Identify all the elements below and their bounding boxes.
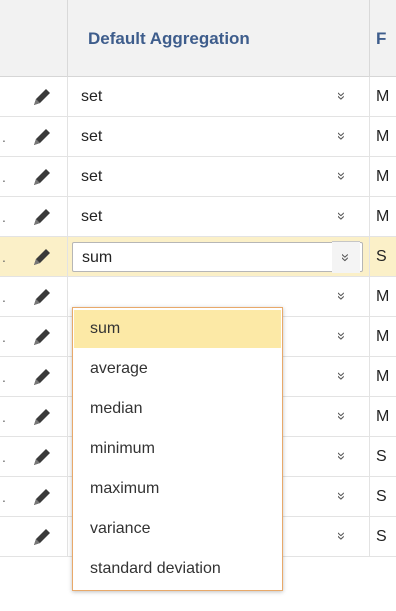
truncated-cell-text: . <box>2 449 6 465</box>
chevron-double-down-icon[interactable]: » <box>333 132 350 139</box>
next-column-value: M <box>376 88 390 105</box>
chevron-double-down-icon[interactable]: » <box>333 332 350 339</box>
chevron-double-down-icon[interactable]: » <box>333 452 350 459</box>
pencil-icon[interactable] <box>30 365 54 389</box>
grid-header: Default Aggregation F <box>0 0 396 77</box>
table-row[interactable]: . sum » S <box>0 237 396 277</box>
chevron-double-down-icon[interactable]: » <box>333 292 350 299</box>
chevron-double-down-icon[interactable]: » <box>333 212 350 219</box>
header-next-column[interactable]: F <box>370 0 396 77</box>
aggregation-cell[interactable]: sum » <box>67 237 370 277</box>
aggregation-dropdown-list[interactable]: sum average median minimum maximum variance st… <box>72 307 283 591</box>
truncated-cell-text: . <box>2 129 6 145</box>
aggregation-value: sum <box>82 249 113 266</box>
truncated-cell-text: . <box>2 209 6 225</box>
pencil-icon[interactable] <box>30 525 54 549</box>
aggregation-value: set <box>81 88 103 105</box>
pencil-icon[interactable] <box>30 445 54 469</box>
pencil-icon[interactable] <box>30 285 54 309</box>
aggregation-cell[interactable]: set » <box>67 117 370 157</box>
aggregation-combobox[interactable]: sum » <box>72 241 363 273</box>
header-default-aggregation[interactable]: Default Aggregation <box>67 0 370 77</box>
pencil-icon[interactable] <box>30 325 54 349</box>
table-row[interactable]: . set » M <box>0 157 396 197</box>
next-column-value: S <box>376 528 387 545</box>
next-column-value: M <box>376 208 390 225</box>
dropdown-option[interactable]: standard deviation <box>74 550 281 588</box>
next-column-value: S <box>376 488 387 505</box>
pencil-icon[interactable] <box>30 245 54 269</box>
truncated-cell-text: . <box>2 329 6 345</box>
next-column-value: M <box>376 408 390 425</box>
next-column-value: M <box>376 328 390 345</box>
chevron-double-down-icon[interactable]: » <box>333 92 350 99</box>
next-column-value: M <box>376 368 390 385</box>
truncated-cell-text: . <box>2 249 6 265</box>
truncated-cell-text: . <box>2 489 6 505</box>
dropdown-option[interactable]: sum <box>74 310 281 348</box>
pencil-icon[interactable] <box>30 85 54 109</box>
truncated-cell-text: . <box>2 369 6 385</box>
truncated-cell-text: . <box>2 289 6 305</box>
truncated-cell-text: . <box>2 409 6 425</box>
aggregation-value: set <box>81 168 103 185</box>
next-column-value: M <box>376 288 390 305</box>
table-row[interactable]: . set » M <box>0 197 396 237</box>
chevron-double-down-icon[interactable]: » <box>333 532 350 539</box>
dropdown-option[interactable]: average <box>74 350 281 388</box>
header-edit-column <box>0 0 67 77</box>
aggregation-value: set <box>81 208 103 225</box>
pencil-icon[interactable] <box>30 405 54 429</box>
aggregation-cell[interactable]: set » <box>67 157 370 197</box>
chevron-double-down-icon[interactable]: » <box>333 492 350 499</box>
aggregation-cell[interactable]: set » <box>67 77 370 117</box>
next-column-value: M <box>376 168 390 185</box>
pencil-icon[interactable] <box>30 125 54 149</box>
aggregation-value: set <box>81 128 103 145</box>
pencil-icon[interactable] <box>30 205 54 229</box>
chevron-double-down-icon[interactable]: » <box>333 372 350 379</box>
next-column-value: S <box>376 448 387 465</box>
chevron-double-down-icon[interactable]: » <box>332 241 360 273</box>
dropdown-option[interactable]: minimum <box>74 430 281 468</box>
table-row[interactable]: . set » M <box>0 117 396 157</box>
next-column-value: M <box>376 128 390 145</box>
table-row[interactable]: set » M <box>0 77 396 117</box>
next-column-value: S <box>376 248 387 265</box>
pencil-icon[interactable] <box>30 165 54 189</box>
chevron-double-down-icon[interactable]: » <box>333 172 350 179</box>
aggregation-cell[interactable]: set » <box>67 197 370 237</box>
truncated-cell-text: . <box>2 169 6 185</box>
dropdown-option[interactable]: maximum <box>74 470 281 508</box>
chevron-double-down-icon[interactable]: » <box>333 412 350 419</box>
pencil-icon[interactable] <box>30 485 54 509</box>
aggregation-grid: Default Aggregation F set » M. set » M. set » M.… <box>0 0 396 611</box>
dropdown-option[interactable]: variance <box>74 510 281 548</box>
dropdown-option[interactable]: median <box>74 390 281 428</box>
